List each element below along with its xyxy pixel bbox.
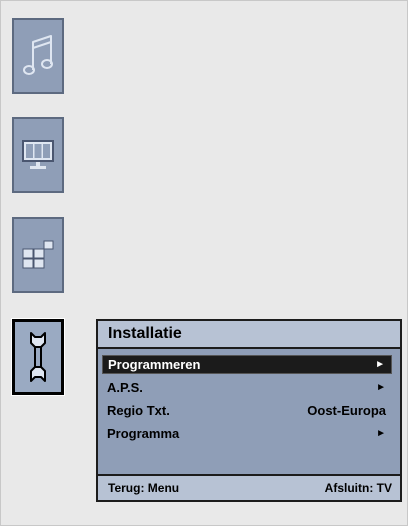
menu-rows: Programmeren ► A.P.S. ► Regio Txt. Oost-… [102, 355, 392, 447]
menu-row-regio-txt[interactable]: Regio Txt. Oost-Europa [102, 401, 392, 420]
wrench-icon [30, 332, 46, 382]
tv-picture-icon [22, 140, 54, 169]
menu-row-label: Programmeren [108, 357, 201, 372]
menu-row-aps[interactable]: A.P.S. ► [102, 378, 392, 397]
menu-row-label: A.P.S. [107, 380, 143, 395]
sound-menu-tile[interactable] [12, 18, 64, 94]
installation-menu-tile[interactable] [11, 318, 65, 396]
menu-row-programma[interactable]: Programma ► [102, 424, 392, 443]
features-menu-tile[interactable] [12, 217, 64, 293]
music-note-icon [23, 35, 53, 75]
installation-panel: Installatie Programmeren ► A.P.S. ► Regi… [96, 319, 402, 502]
arrow-right-icon: ► [376, 428, 386, 439]
menu-row-value: Oost-Europa [307, 403, 386, 418]
menu-row-label: Regio Txt. [107, 403, 170, 418]
panel-footer: Terug: Menu Afsluitn: TV [98, 476, 400, 500]
tv-menu-screen: Installatie Programmeren ► A.P.S. ► Regi… [0, 0, 408, 526]
exit-hint: Afsluitn: TV [324, 481, 392, 495]
panel-title: Installatie [98, 321, 400, 347]
back-hint: Terug: Menu [108, 481, 180, 495]
picture-menu-tile[interactable] [12, 117, 64, 193]
features-blocks-icon [22, 240, 54, 269]
menu-row-programmeren[interactable]: Programmeren ► [102, 355, 392, 374]
arrow-right-icon: ► [376, 382, 386, 393]
arrow-right-icon: ► [375, 359, 385, 370]
menu-row-label: Programma [107, 426, 180, 441]
title-divider [98, 347, 400, 349]
